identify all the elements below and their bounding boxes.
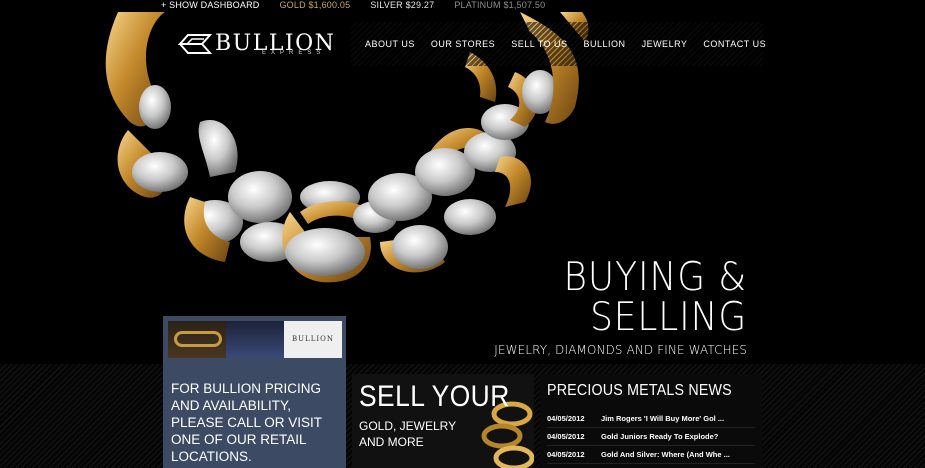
thumb-logo-text: BULLION bbox=[292, 335, 334, 343]
main-navigation: ABOUT US OUR STORES SELL TO US BULLION J… bbox=[351, 22, 766, 66]
news-list: 04/05/2012 Jim Rogers 'I Will Buy More' … bbox=[547, 410, 755, 464]
nav-our-stores[interactable]: OUR STORES bbox=[431, 39, 495, 49]
news-item[interactable]: 04/05/2012 Gold And Silver: Where (And W… bbox=[547, 446, 755, 464]
hero-subline: JEWELRY, DIAMONDS AND FINE WATCHES bbox=[494, 342, 747, 357]
hero-headline: BUYING & SELLING JEWELRY, DIAMONDS AND F… bbox=[481, 255, 747, 358]
sell-promo-subtitle: GOLD, JEWELRY AND MORE bbox=[359, 419, 456, 449]
news-title: PRECIOUS METALS NEWS bbox=[547, 382, 732, 399]
news-date: 04/05/2012 bbox=[547, 450, 585, 459]
bullion-pricing-text: FOR BULLION PRICING AND AVAILABILITY, PL… bbox=[171, 381, 322, 464]
hero-line-1: BUYING & bbox=[563, 255, 747, 300]
nav-sell-to-us[interactable]: SELL TO US bbox=[511, 39, 567, 49]
bullion-bar-icon bbox=[178, 34, 212, 54]
silver-price: SILVER $29.27 bbox=[370, 0, 435, 10]
show-dashboard-link[interactable]: + SHOW DASHBOARD bbox=[161, 0, 259, 12]
news-date: 04/05/2012 bbox=[547, 432, 585, 441]
precious-metals-news: PRECIOUS METALS NEWS 04/05/2012 Jim Roge… bbox=[540, 374, 762, 468]
news-item[interactable]: 04/05/2012 Jim Rogers 'I Will Buy More' … bbox=[547, 410, 755, 428]
news-item[interactable]: 04/05/2012 Gold Juniors Ready To Explode… bbox=[547, 428, 755, 446]
bullion-pricing-promo[interactable]: BULLION FOR BULLION PRICING AND AVAILABI… bbox=[163, 316, 346, 468]
sell-your-gold-promo[interactable]: SELL YOUR GOLD, JEWELRY AND MORE bbox=[352, 374, 534, 468]
news-headline[interactable]: Gold Juniors Ready To Explode? bbox=[601, 432, 718, 441]
platinum-price: PLATINUM $1,507.50 bbox=[454, 0, 546, 10]
nav-jewelry[interactable]: JEWELRY bbox=[642, 39, 688, 49]
thumb-chain-image bbox=[168, 321, 226, 358]
gold-price: GOLD $1,600.05 bbox=[279, 0, 351, 10]
nav-contact-us[interactable]: CONTACT US bbox=[703, 39, 766, 49]
logo-subtitle: EXPRESS bbox=[262, 50, 326, 56]
price-ticker: + SHOW DASHBOARD GOLD $1,600.05 SILVER $… bbox=[161, 0, 545, 12]
thumb-store-image bbox=[226, 321, 284, 358]
site-logo[interactable]: BULLION bbox=[163, 22, 345, 66]
nav-bullion[interactable]: BULLION bbox=[584, 39, 626, 49]
sell-promo-title: SELL YOUR bbox=[359, 380, 510, 413]
thumb-logo-image: BULLION bbox=[284, 321, 342, 358]
news-date: 04/05/2012 bbox=[547, 414, 585, 423]
promo-thumbnails: BULLION bbox=[168, 321, 342, 358]
news-headline[interactable]: Gold And Silver: Where (And Whe ... bbox=[601, 450, 730, 459]
nav-about-us[interactable]: ABOUT US bbox=[365, 39, 415, 49]
news-headline[interactable]: Jim Rogers 'I Will Buy More' Gol ... bbox=[601, 414, 724, 423]
hero-line-2: SELLING bbox=[589, 295, 747, 340]
